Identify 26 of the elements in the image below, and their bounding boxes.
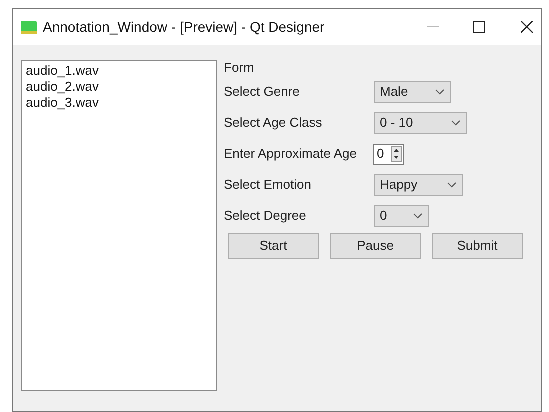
up-down-arrows-icon[interactable]: [391, 146, 402, 162]
field-label: Select Emotion: [224, 176, 312, 194]
chevron-down-icon: [435, 89, 445, 95]
file-list-item[interactable]: audio_3.wav: [25, 95, 100, 111]
form-button[interactable]: Submit: [432, 233, 523, 259]
close-icon[interactable]: [521, 21, 533, 33]
field-label: Select Degree: [224, 207, 308, 226]
dropdown[interactable]: 0 - 10: [374, 112, 467, 134]
field-label: Select Genre: [224, 83, 301, 102]
maximize-icon[interactable]: [473, 21, 485, 33]
window-title: Annotation_Window - [Preview] - Qt Designer: [43, 18, 325, 37]
file-list-item[interactable]: audio_1.wav: [25, 63, 100, 79]
app-logo-icon: [21, 20, 37, 34]
field-label: Select Age Class: [224, 114, 324, 132]
form-button[interactable]: Start: [228, 233, 319, 259]
chevron-down-icon: [451, 120, 461, 126]
form-title: Form: [224, 60, 256, 76]
chevron-down-icon: [447, 182, 457, 188]
spin-box[interactable]: 0: [373, 144, 404, 164]
dropdown[interactable]: Happy: [374, 174, 463, 196]
file-list-item[interactable]: audio_2.wav: [25, 79, 100, 95]
dropdown[interactable]: Male: [374, 81, 451, 103]
chevron-down-icon: [413, 213, 423, 219]
dropdown[interactable]: 0: [374, 205, 429, 227]
field-label: Enter Approximate Age: [224, 145, 358, 164]
form-button[interactable]: Pause: [330, 233, 421, 259]
